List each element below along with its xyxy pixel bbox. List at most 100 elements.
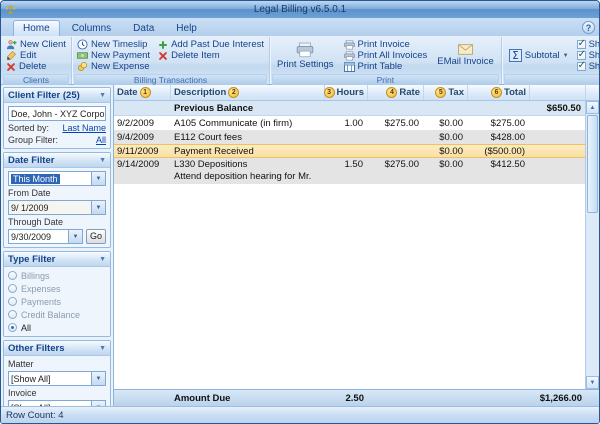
subtotal-button[interactable]: Σ Subtotal ▼ <box>505 38 573 73</box>
add-past-due-interest-button[interactable]: Add Past Due Interest <box>156 39 266 50</box>
radio-expenses[interactable]: Expenses <box>8 283 106 294</box>
delete-x-icon <box>6 62 16 72</box>
chevron-down-icon: ▼ <box>91 201 105 214</box>
chevron-down-icon: ▼ <box>91 372 105 385</box>
go-button[interactable]: Go <box>86 229 106 244</box>
scroll-up-icon[interactable]: ▲ <box>586 101 599 114</box>
description-line-1: L330 Depositions <box>174 159 324 171</box>
main-area: Client Filter (25) ▼ Doe, John - XYZ Cor… <box>1 85 599 406</box>
radio-all[interactable]: All <box>8 322 106 333</box>
plus-icon <box>158 40 168 50</box>
email-invoice-button[interactable]: EMail Invoice <box>433 38 498 73</box>
column-header-total[interactable]: 6 Total <box>468 85 530 100</box>
person-add-icon <box>6 39 17 50</box>
filter-badge[interactable]: 3 <box>324 87 335 98</box>
tab-help[interactable]: Help <box>166 20 207 36</box>
status-bar: Row Count: 4 <box>1 406 599 423</box>
from-date-input[interactable]: 9/ 1/2009 ▼ <box>8 200 106 215</box>
table-row[interactable]: 9/14/2009 L330 Depositions Attend deposi… <box>114 158 585 184</box>
grid-footer-row: Amount Due 2.50 $1,266.00 <box>114 389 599 406</box>
column-header-rate[interactable]: 4 Rate <box>368 85 424 100</box>
radio-icon <box>8 310 17 319</box>
radio-billings[interactable]: Billings <box>8 270 106 281</box>
row-count: Row Count: 4 <box>6 410 64 421</box>
matter-select[interactable]: [Show All] ▼ <box>8 371 106 386</box>
delete-x-icon <box>158 51 168 61</box>
checkbox-checked-icon <box>577 40 586 49</box>
radio-selected-icon <box>8 323 17 332</box>
ribbon-group-billing-transactions: New Timeslip New Payment New Expense Add <box>72 37 270 84</box>
envelope-icon <box>458 44 473 55</box>
client-select[interactable]: Doe, John - XYZ Corporation ▼ <box>8 106 106 121</box>
new-expense-button[interactable]: New Expense <box>75 61 152 72</box>
filter-badge[interactable]: 2 <box>228 87 239 98</box>
tab-home[interactable]: Home <box>13 20 60 36</box>
show-bands-checkbox[interactable]: Show Bands <box>577 61 600 72</box>
delete-button[interactable]: Delete <box>4 61 68 72</box>
amount-due-value: $1,266.00 <box>468 393 586 404</box>
vertical-scrollbar[interactable]: ▲ ▼ <box>585 101 599 389</box>
checkbox-checked-icon <box>577 51 586 60</box>
new-timeslip-button[interactable]: New Timeslip <box>75 39 152 50</box>
through-date-label: Through Date <box>8 217 106 227</box>
edit-button[interactable]: Edit <box>4 50 68 61</box>
invoice-label: Invoice <box>8 388 106 398</box>
radio-payments[interactable]: Payments <box>8 296 106 307</box>
band-row-previous-balance: Previous Balance $650.50 <box>114 101 585 116</box>
radio-icon <box>8 284 17 293</box>
radio-icon <box>8 297 17 306</box>
delete-item-button[interactable]: Delete Item <box>156 50 266 61</box>
ribbon-group-print: Print Settings Print Invoice Print All I… <box>270 37 502 84</box>
chevron-down-icon: ▼ <box>99 345 106 352</box>
print-settings-button[interactable]: Print Settings <box>273 38 338 73</box>
help-icon[interactable]: ? <box>582 21 595 34</box>
table-row[interactable]: 9/2/2009 A105 Communicate (in firm) 1.00… <box>114 116 585 130</box>
sorted-by-label: Sorted by: <box>8 123 49 133</box>
scrollbar-thumb[interactable] <box>587 115 598 213</box>
column-header-description[interactable]: Description 2 <box>171 85 325 100</box>
tab-columns[interactable]: Columns <box>62 20 121 36</box>
new-payment-button[interactable]: New Payment <box>75 50 152 61</box>
matter-label: Matter <box>8 359 106 369</box>
print-table-button[interactable]: Print Table <box>342 61 430 72</box>
subtotal-sigma-icon: Σ <box>509 49 522 62</box>
chevron-down-icon: ▼ <box>99 92 106 99</box>
date-preset-select[interactable]: This Month ▼ <box>8 171 106 186</box>
client-filter-panel: Client Filter (25) ▼ Doe, John - XYZ Cor… <box>3 87 111 149</box>
table-row-selected[interactable]: 9/11/2009 Payment Received $0.00 ($500.0… <box>114 144 585 158</box>
other-filters-header[interactable]: Other Filters ▼ <box>4 341 110 356</box>
through-date-input[interactable]: 9/30/2009 ▼ <box>8 229 83 244</box>
type-filter-header[interactable]: Type Filter ▼ <box>4 252 110 267</box>
type-filter-panel: Type Filter ▼ Billings Expenses Payments <box>3 251 111 337</box>
filter-sidebar: Client Filter (25) ▼ Doe, John - XYZ Cor… <box>1 85 113 406</box>
from-date-label: From Date <box>8 188 106 198</box>
banknote-icon <box>77 50 88 61</box>
column-header-date[interactable]: Date 1 <box>114 85 171 100</box>
client-filter-header[interactable]: Client Filter (25) ▼ <box>4 88 110 103</box>
radio-credit-balance[interactable]: Credit Balance <box>8 309 106 320</box>
column-header-hours[interactable]: 3 Hours <box>325 85 368 100</box>
print-all-invoices-button[interactable]: Print All Invoices <box>342 50 430 61</box>
printer-icon <box>344 51 355 61</box>
billing-grid: Date 1 Description 2 3 Hours 4 Rate 5 <box>113 85 599 406</box>
new-client-button[interactable]: New Client <box>4 39 68 50</box>
group-filter-link[interactable]: All <box>96 135 106 145</box>
grid-rows: Previous Balance $650.50 9/2/2009 A105 C… <box>114 101 585 389</box>
print-invoice-button[interactable]: Print Invoice <box>342 39 430 50</box>
tab-data[interactable]: Data <box>123 20 164 36</box>
date-filter-header[interactable]: Date Filter ▼ <box>4 153 110 168</box>
table-row[interactable]: 9/4/2009 E112 Court fees $0.00 $428.00 <box>114 130 585 144</box>
scroll-down-icon[interactable]: ▼ <box>586 376 599 389</box>
filter-badge[interactable]: 1 <box>140 87 151 98</box>
filter-badge[interactable]: 6 <box>491 87 502 98</box>
filter-badge[interactable]: 5 <box>435 87 446 98</box>
filter-badge[interactable]: 4 <box>386 87 397 98</box>
ribbon: New Client Edit Delete Clients <box>1 36 599 85</box>
grid-empty-area <box>114 184 585 389</box>
radio-icon <box>8 271 17 280</box>
total-hours-value: 2.50 <box>325 393 368 404</box>
column-header-tax[interactable]: 5 Tax <box>424 85 468 100</box>
chevron-down-icon: ▼ <box>99 157 106 164</box>
printer-icon <box>296 42 314 58</box>
sorted-by-link[interactable]: Last Name <box>62 123 106 133</box>
